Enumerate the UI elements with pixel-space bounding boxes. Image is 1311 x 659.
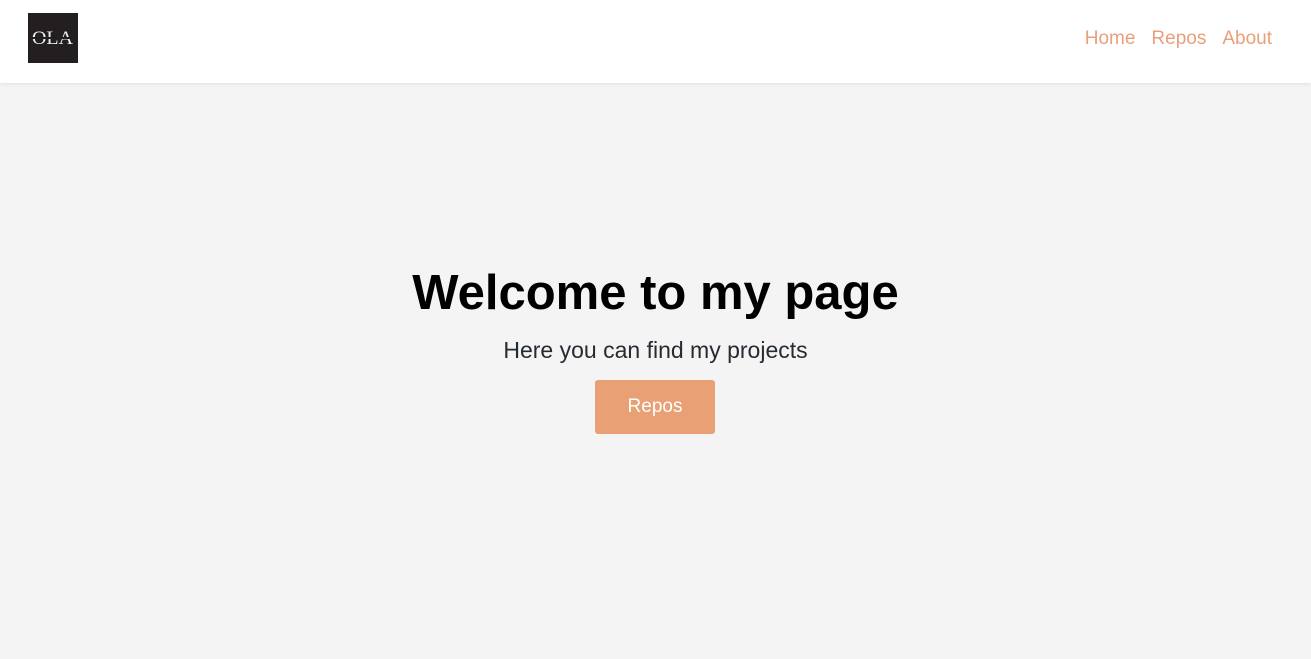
logo[interactable]: OLA <box>28 13 78 63</box>
site-header: OLA Home Repos About <box>0 0 1311 83</box>
hero-section: Welcome to my page Here you can find my … <box>0 83 1311 659</box>
nav-link-home[interactable]: Home <box>1085 28 1136 50</box>
logo-strike-line <box>32 37 74 39</box>
hero-title: Welcome to my page <box>412 266 899 320</box>
nav-link-about[interactable]: About <box>1222 28 1272 50</box>
nav-link-repos[interactable]: Repos <box>1151 28 1206 50</box>
repos-button[interactable]: Repos <box>595 380 715 434</box>
main-nav: Home Repos About <box>1085 28 1272 50</box>
hero-subtitle: Here you can find my projects <box>503 337 808 363</box>
